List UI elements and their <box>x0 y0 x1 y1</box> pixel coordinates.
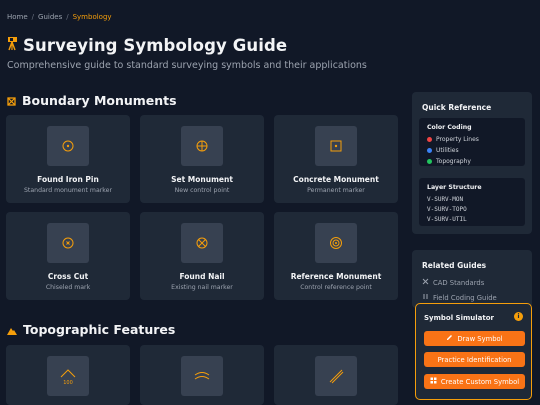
guide-link-cad-standards[interactable]: CAD Standards <box>422 275 497 290</box>
page-subtitle: Comprehensive guide to standard surveyin… <box>7 60 367 71</box>
color-legend: Property Lines Utilities Topography <box>427 134 479 167</box>
breadcrumb-home[interactable]: Home <box>7 13 28 21</box>
breadcrumb: Home / Guides / Symbology <box>7 13 112 21</box>
symbol-name: Found Nail <box>179 272 225 281</box>
legend-label: Utilities <box>436 147 459 154</box>
section-boundary-monuments: Boundary Monuments <box>7 91 177 110</box>
symbol-description: Control reference point <box>300 284 372 291</box>
quick-reference-title: Quick Reference <box>422 103 492 112</box>
symbol-tile <box>315 126 357 166</box>
surveyor-icon <box>7 36 20 55</box>
symbol-description: Permanent marker <box>307 187 365 194</box>
field-code-icon <box>422 293 429 302</box>
symbol-description: New control point <box>174 187 230 194</box>
circle-x-small-icon <box>62 237 74 249</box>
symbol-tile <box>315 223 357 263</box>
grid-icon <box>430 377 437 386</box>
layer-name: V-SURV-MON <box>427 196 464 203</box>
symbol-card-spot-elevation[interactable]: 100 <box>6 345 130 405</box>
breadcrumb-separator: / <box>31 13 35 21</box>
pencil-icon <box>446 334 453 343</box>
square-dot-icon <box>330 140 342 152</box>
circle-cross-icon <box>196 140 208 152</box>
symbol-tile <box>47 126 89 166</box>
color-coding-title: Color Coding <box>427 124 472 131</box>
symbol-card-cross-cut[interactable]: Cross Cut Chiseled mark <box>6 212 130 300</box>
section-topographic-features: Topographic Features <box>7 320 175 339</box>
section-title: Boundary Monuments <box>22 93 177 108</box>
related-guides-panel: Related Guides CAD Standards Field Codin… <box>412 250 532 308</box>
symbol-description: Standard monument marker <box>24 187 112 194</box>
legend-item: Topography <box>427 156 479 167</box>
practice-identification-button[interactable]: Practice Identification <box>424 352 525 367</box>
guide-link-label: Field Coding Guide <box>433 293 497 302</box>
button-label: Create Custom Symbol <box>440 377 520 386</box>
symbol-name: Found Iron Pin <box>37 175 99 184</box>
symbol-description: Chiseled mark <box>45 284 91 291</box>
breadcrumb-guides[interactable]: Guides <box>38 13 62 21</box>
guide-link-label: CAD Standards <box>433 278 485 287</box>
symbol-card-set-monument[interactable]: Set Monument New control point <box>140 115 264 203</box>
layer-name: V-SURV-TOPO <box>427 206 467 213</box>
page-title: Surveying Symbology Guide <box>23 36 288 55</box>
layer-structure-box: Layer Structure V-SURV-MON V-SURV-TOPO V… <box>419 178 525 226</box>
breadcrumb-separator: / <box>66 13 69 21</box>
diagonal-lines-icon <box>329 369 344 384</box>
related-guides-list: CAD Standards Field Coding Guide <box>422 275 497 305</box>
symbol-card-contour[interactable] <box>140 345 264 405</box>
mountain-icon <box>7 320 17 339</box>
symbol-card-reference-monument[interactable]: Reference Monument Control reference poi… <box>274 212 398 300</box>
symbol-description: Existing nail marker <box>171 284 233 291</box>
green-dot-icon <box>427 159 432 164</box>
legend-item: Utilities <box>427 145 479 156</box>
monument-section-icon <box>7 91 16 110</box>
layer-name: V-SURV-UTIL <box>427 216 467 223</box>
symbol-tile <box>181 126 223 166</box>
symbol-card-found-nail[interactable]: Found Nail Existing nail marker <box>140 212 264 300</box>
related-guides-title: Related Guides <box>422 261 487 270</box>
blue-dot-icon <box>427 148 432 153</box>
symbol-name: Reference Monument <box>290 272 382 281</box>
legend-label: Property Lines <box>436 136 479 143</box>
symbol-card-concrete-monument[interactable]: Concrete Monument Permanent marker <box>274 115 398 203</box>
button-label: Practice Identification <box>437 355 512 364</box>
elevation-label: 100 <box>63 380 73 386</box>
info-icon[interactable]: i <box>514 312 523 321</box>
layer-structure-title: Layer Structure <box>427 184 482 191</box>
symbol-card-found-iron-pin[interactable]: Found Iron Pin Standard monument marker <box>6 115 130 203</box>
symbol-tile <box>181 223 223 263</box>
symbol-simulator-panel: Symbol Simulator i Draw Symbol Practice … <box>415 303 532 400</box>
quick-reference-panel: Quick Reference Color Coding Property Li… <box>412 92 532 234</box>
simulator-title: Symbol Simulator <box>424 314 495 322</box>
section-title: Topographic Features <box>23 322 176 337</box>
draw-symbol-button[interactable]: Draw Symbol <box>424 331 525 346</box>
symbol-tile: 100 <box>47 356 89 396</box>
color-coding-box: Color Coding Property Lines Utilities To… <box>419 118 525 166</box>
red-dot-icon <box>427 137 432 142</box>
create-custom-symbol-button[interactable]: Create Custom Symbol <box>424 374 525 389</box>
circle-x-icon <box>196 237 208 249</box>
symbol-tile <box>181 356 223 396</box>
arc-contour-icon <box>194 372 210 380</box>
symbol-name: Concrete Monument <box>293 175 379 184</box>
triangle-elevation-icon: 100 <box>60 369 76 386</box>
symbol-card-slope[interactable] <box>274 345 398 405</box>
tools-icon <box>422 278 429 287</box>
symbol-tile <box>47 223 89 263</box>
circle-dot-icon <box>62 140 74 152</box>
legend-label: Topography <box>436 158 471 165</box>
breadcrumb-current: Symbology <box>72 13 112 21</box>
button-label: Draw Symbol <box>457 334 503 343</box>
legend-item: Property Lines <box>427 134 479 145</box>
layer-list: V-SURV-MON V-SURV-TOPO V-SURV-UTIL <box>427 196 467 226</box>
symbol-tile <box>315 356 357 396</box>
page-header: Surveying Symbology Guide <box>7 36 287 55</box>
double-circle-icon <box>330 237 342 249</box>
symbol-name: Set Monument <box>171 175 233 184</box>
symbol-name: Cross Cut <box>47 272 89 281</box>
